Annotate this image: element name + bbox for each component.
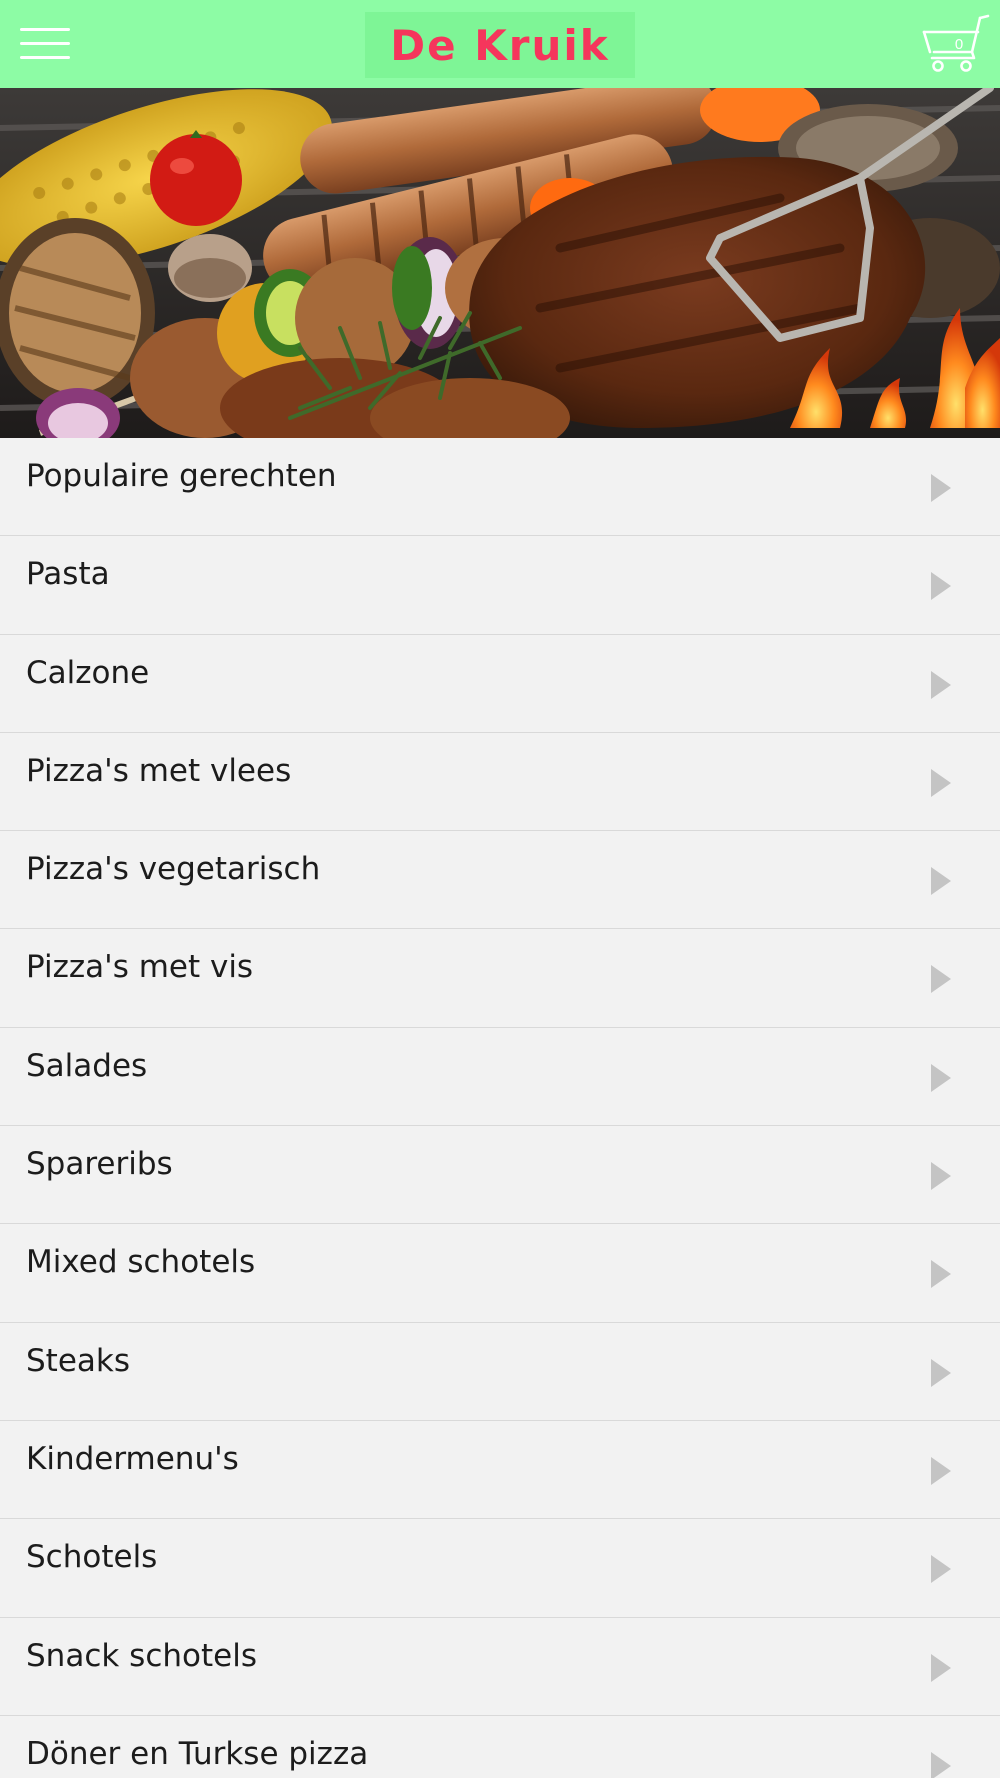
chevron-right-icon: [931, 474, 951, 502]
category-label: Pizza's vegetarisch: [26, 851, 321, 888]
category-label: Spareribs: [26, 1146, 173, 1183]
category-item[interactable]: Pasta: [0, 536, 1000, 635]
chevron-right-icon: [931, 768, 951, 797]
chevron-right-icon: [931, 1063, 951, 1092]
category-item[interactable]: Steaks: [0, 1322, 1000, 1421]
category-label: Schotels: [26, 1539, 158, 1576]
chevron-right-icon: [931, 965, 951, 994]
category-item[interactable]: Döner en Turkse pizza: [0, 1715, 1000, 1778]
chevron-right-icon: [931, 572, 951, 601]
category-item[interactable]: Populaire gerechten: [0, 438, 1000, 537]
cart-button[interactable]: 0: [920, 14, 992, 76]
chevron-right-icon: [931, 1456, 951, 1485]
category-item[interactable]: Calzone: [0, 634, 1000, 733]
category-label: Snack schotels: [26, 1637, 257, 1674]
category-label: Pizza's met vis: [26, 949, 254, 986]
category-list: Populaire gerechten Pasta Calzone Pizza's m…: [0, 438, 1000, 1778]
category-item[interactable]: Pizza's vegetarisch: [0, 831, 1000, 930]
category-item[interactable]: Kindermenu's: [0, 1420, 1000, 1520]
category-item[interactable]: Schotels: [0, 1519, 1000, 1618]
category-item[interactable]: Salades: [0, 1027, 1000, 1127]
chevron-right-icon: [931, 1653, 951, 1682]
top-bar: De Kruik 0: [0, 0, 1000, 88]
category-item[interactable]: Snack schotels: [0, 1617, 1000, 1716]
category-label: Salades: [26, 1047, 148, 1084]
category-label: Döner en Turkse pizza: [26, 1735, 369, 1772]
category-label: Pizza's met vlees: [26, 752, 292, 789]
chevron-right-icon: [931, 670, 951, 699]
category-item[interactable]: Pizza's met vlees: [0, 732, 1000, 832]
hamburger-menu-icon[interactable]: [20, 24, 70, 64]
category-label: Kindermenu's: [26, 1440, 239, 1477]
logo-text: De Kruik: [390, 20, 610, 70]
category-label: Mixed schotels: [26, 1244, 256, 1281]
category-item[interactable]: Pizza's met vis: [0, 929, 1000, 1028]
hero-photo-grilled-meat: [0, 88, 1000, 438]
category-label: Pasta: [26, 556, 110, 593]
category-label: Populaire gerechten: [26, 458, 337, 494]
chevron-right-icon: [931, 1162, 951, 1191]
category-label: Calzone: [26, 654, 150, 691]
cart-count-badge: 0: [954, 36, 964, 53]
logo[interactable]: De Kruik: [365, 12, 635, 78]
category-item[interactable]: Spareribs: [0, 1126, 1000, 1225]
chevron-right-icon: [931, 1555, 951, 1584]
chevron-right-icon: [931, 1751, 951, 1778]
category-label: Steaks: [26, 1342, 131, 1379]
chevron-right-icon: [931, 1260, 951, 1289]
category-item[interactable]: Mixed schotels: [0, 1224, 1000, 1323]
hero-banner: [0, 88, 1000, 438]
chevron-right-icon: [931, 867, 951, 896]
chevron-right-icon: [931, 1358, 951, 1387]
app-root: De Kruik 0 Populaire gerechten Pasta Cal…: [0, 0, 1000, 1778]
